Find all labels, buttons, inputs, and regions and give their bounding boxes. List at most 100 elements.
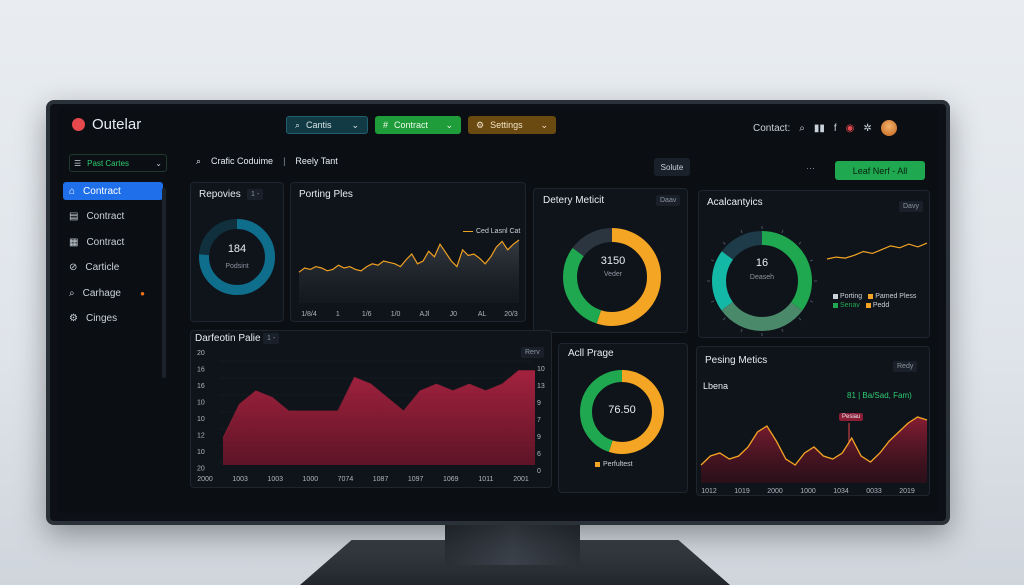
repovies-value: 184	[227, 243, 247, 255]
chevron-down-icon: ⌄	[445, 119, 453, 130]
dashboard-screen: Outelar ⌕ Cantis ⌄ # Contract ⌄ ⚙ Settin…	[58, 108, 938, 513]
analytics-dial-tick	[798, 241, 802, 245]
distribution-panel: Darfeotin Palie 1 - Rerv 20 16 16 10 10 12 10 2…	[190, 330, 552, 488]
notification-icon[interactable]: ◉	[846, 123, 855, 134]
sidebar-item-3[interactable]: ⊘ Carticle	[63, 259, 163, 277]
analytics-legend-item: Porting	[833, 293, 862, 300]
legend-swatch	[865, 303, 871, 308]
distribution-y-left-tick: 16	[197, 367, 205, 374]
distribution-y-left-tick: 12	[197, 433, 205, 440]
sidebar-filter-label: Past Cartes	[87, 158, 129, 168]
user-icon: ⌂	[69, 185, 76, 197]
porting-panel: Porting Ples Ced Lasnl Cat 1/8/4 1 1/6 1/0 A…	[290, 182, 526, 322]
search-input[interactable]: Crafic Coduime	[211, 156, 273, 166]
sidebar-item-5[interactable]: ⚙ Cinges	[63, 310, 163, 328]
settings-label: Settings	[490, 120, 523, 130]
chevron-down-icon: ⌄	[351, 119, 359, 130]
repovies-label: Podsint	[225, 263, 249, 270]
delivery-label: Veder	[603, 271, 623, 278]
search-bar[interactable]: ⌕ Crafic Coduime | Reely Tant	[196, 151, 516, 171]
pesing-x-tick: 1019	[734, 488, 750, 495]
app-logo: Outelar	[72, 116, 141, 133]
distribution-y-left-tick: 10	[197, 449, 205, 456]
chevron-down-icon: ⌄	[155, 158, 162, 168]
menu-icon: ☰	[74, 158, 82, 168]
sidebar-item-label: Cinges	[85, 313, 118, 324]
solute-button[interactable]: Solute	[654, 158, 690, 176]
analytics-legend: Porting Pamed Pless Senav Pedd	[833, 293, 929, 309]
analytics-dial-tick	[722, 241, 726, 245]
primary-action-button[interactable]: Leaf Nerf - All	[835, 161, 925, 180]
distribution-x-tick: 1097	[408, 476, 424, 483]
delivery-value: 3150	[600, 255, 626, 267]
analytics-legend-label: Pamed Pless	[875, 293, 917, 300]
distribution-y-left-tick: 10	[197, 416, 205, 423]
distribution-y-left-tick: 20	[197, 466, 205, 473]
facebook-icon[interactable]: f	[834, 123, 837, 134]
pesing-panel: Pesing Metics Redy Lbena 81 | Ba/Sad, Fa…	[696, 346, 930, 496]
analytics-dial-tick	[781, 328, 784, 333]
pesing-area	[701, 417, 927, 483]
search-icon: ⌕	[196, 155, 202, 166]
analytics-dial-tick	[710, 259, 715, 262]
pesing-x-tick: 1012	[701, 488, 717, 495]
porting-x-tick: 1/0	[391, 311, 401, 318]
distribution-x-tick: 1003	[267, 476, 283, 483]
analytics-dial-tick	[710, 300, 715, 303]
porting-x-tick: AL	[478, 311, 487, 318]
analytics-dial-tick	[798, 317, 802, 321]
porting-x-tick: 1	[336, 311, 340, 318]
sidebar-item-1[interactable]: ▤ Contract	[63, 208, 163, 226]
contract-dropdown[interactable]: # Contract ⌄	[375, 116, 461, 134]
distribution-y-right-tick: 9	[537, 400, 541, 407]
bar-chart-icon[interactable]: ▮▮	[814, 123, 825, 134]
sidebar-item-label: Contract	[86, 211, 125, 222]
porting-chart: 1/8/4 1 1/6 1/0 AJl J0 AL 20/3	[298, 239, 520, 318]
search-icon[interactable]: ⌕	[799, 123, 805, 134]
porting-x-tick: J0	[450, 311, 458, 318]
search-secondary: Reely Tant	[295, 156, 338, 166]
distribution-y-left-tick: 16	[197, 383, 205, 390]
repovies-panel: Repovies 1 - 184 Podsint	[190, 182, 284, 322]
pesing-x-tick: 0033	[866, 488, 882, 495]
search-icon: ⌕	[295, 119, 301, 130]
sidebar-item-0[interactable]: ⌂ Contract	[63, 182, 163, 200]
analytics-label: Deaseh	[749, 274, 775, 281]
progress-legend: Perfultest	[595, 461, 633, 468]
analytics-legend-item: Pedd	[865, 302, 889, 309]
porting-x-tick: 1/6	[362, 311, 372, 318]
sidebar-scrollbar[interactable]	[162, 188, 166, 378]
delivery-panel: Detery Meticit Daav 3150 Veder	[533, 188, 688, 333]
settings-icon[interactable]: ✲	[863, 123, 871, 134]
repovies-tag[interactable]: 1 -	[247, 189, 264, 200]
cantis-dropdown[interactable]: ⌕ Cantis ⌄	[286, 116, 368, 134]
legend-swatch	[833, 303, 838, 308]
analytics-dial-tick	[740, 229, 743, 234]
link-icon: ⊘	[69, 262, 78, 273]
sidebar-filter[interactable]: ☰ Past Cartes ⌄	[69, 154, 167, 172]
analytics-dial-tick	[809, 259, 814, 262]
tag-icon: #	[383, 120, 389, 130]
analytics-legend-label: Senav	[840, 302, 860, 309]
analytics-dial-tick	[722, 317, 726, 321]
sidebar-item-label: Carticle	[85, 262, 120, 273]
distribution-y-right-tick: 13	[537, 383, 545, 390]
more-button[interactable]: ···	[806, 163, 815, 173]
analytics-dial-tick	[781, 229, 784, 234]
header-actions: Contact: ⌕ ▮▮ f ◉ ✲	[753, 120, 897, 136]
distribution-y-right-tick: 7	[537, 417, 541, 424]
porting-x-tick: 1/8/4	[301, 311, 317, 318]
sidebar-item-2[interactable]: ▦ Contract	[63, 233, 163, 251]
distribution-y-left-tick: 20	[197, 350, 205, 357]
sidebar-item-4[interactable]: ⌕ Carhage ●	[63, 284, 163, 302]
analytics-value: 16	[755, 257, 769, 269]
pesing-x-tick: 1034	[833, 488, 849, 495]
legend-swatch	[868, 294, 874, 299]
progress-value: 76.50	[608, 404, 636, 416]
repovies-title: Repovies	[199, 189, 241, 200]
avatar[interactable]	[880, 120, 897, 136]
sidebar-item-label: Contract	[83, 185, 121, 197]
porting-x-tick: 20/3	[504, 311, 518, 318]
settings-dropdown[interactable]: ⚙ Settings ⌄	[468, 116, 556, 134]
app-title: Outelar	[92, 116, 142, 133]
